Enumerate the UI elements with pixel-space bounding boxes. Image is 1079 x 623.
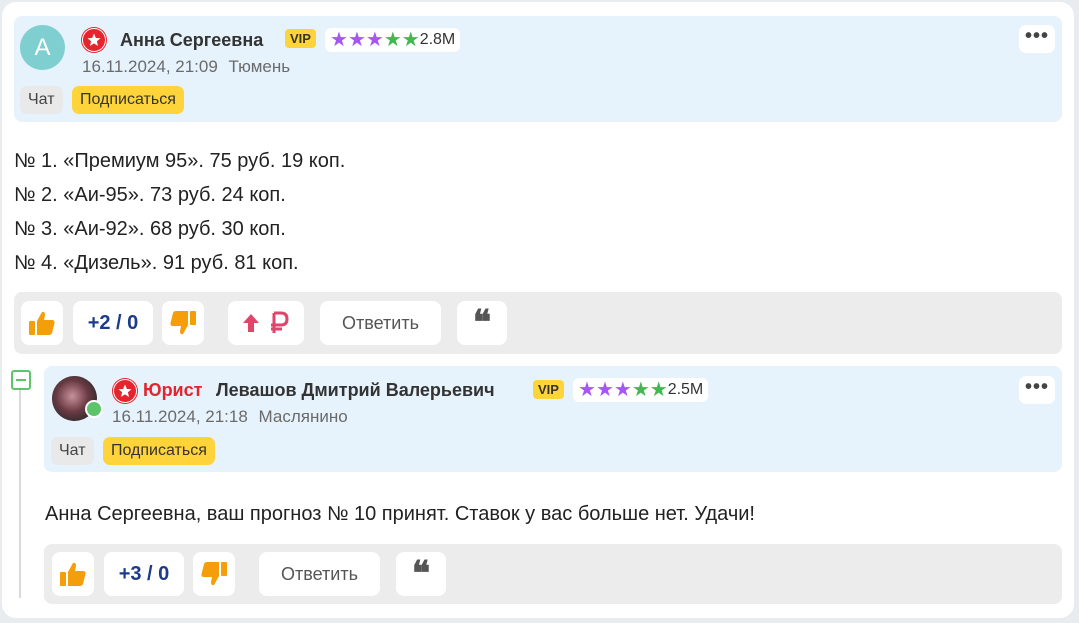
comment-line: № 1. «Премиум 95». 75 руб. 19 коп.: [14, 150, 346, 172]
comment-date: 16.11.2024, 21:09: [82, 57, 218, 76]
comment-line: № 2. «Аи-95». 73 руб. 24 коп.: [14, 184, 286, 206]
star-icon: ★: [578, 379, 596, 401]
star-icon: ★: [401, 29, 420, 51]
ruble-icon: [271, 311, 289, 333]
star-icon: ★: [649, 379, 668, 401]
star-icon: ★: [365, 29, 384, 51]
user-rating: ★ ★ ★ ★ ★ 2.5M: [573, 378, 709, 402]
star-icon: ★: [347, 29, 366, 51]
comment-meta: 16.11.2024, 21:18 Маслянино: [112, 407, 348, 427]
comment-city: Маслянино: [258, 407, 348, 426]
reply-body: Анна Сергеевна, ваш прогноз № 10 принят.…: [45, 503, 755, 525]
author-name[interactable]: Анна Сергеевна: [120, 30, 263, 51]
rating-count: 2.8M: [419, 31, 456, 48]
comment-city: Тюмень: [228, 57, 291, 76]
author-name[interactable]: Левашов Дмитрий Валерьевич: [216, 380, 495, 401]
comment-line: № 3. «Аи-92». 68 руб. 30 коп.: [14, 218, 286, 240]
vote-count: +2 / 0: [73, 301, 153, 345]
badge-icon: [82, 28, 106, 52]
quote-icon[interactable]: ❝: [396, 552, 446, 596]
rating-count: 2.5M: [667, 381, 704, 398]
reply-button[interactable]: Ответить: [259, 552, 380, 596]
upvote-arrow-icon: [243, 314, 259, 332]
comment-body: № 1. «Премиум 95». 75 руб. 19 коп. № 2. …: [14, 144, 345, 280]
vip-badge: VIP: [285, 29, 316, 48]
thumbs-down-icon: [170, 311, 196, 335]
badge-icon: [113, 379, 137, 403]
more-icon[interactable]: •••: [1019, 376, 1055, 404]
comment-line: № 4. «Дизель». 91 руб. 81 коп.: [14, 252, 299, 274]
comment-meta: 16.11.2024, 21:09 Тюмень: [82, 57, 290, 77]
collapse-icon[interactable]: [11, 370, 31, 390]
thumbs-up-icon: [60, 562, 86, 586]
thread-line: [19, 390, 21, 598]
like-button[interactable]: [21, 301, 63, 345]
vip-badge: VIP: [533, 380, 564, 399]
avatar[interactable]: A: [20, 25, 65, 70]
star-icon: ★: [330, 29, 348, 51]
reply-button[interactable]: Ответить: [320, 301, 441, 345]
donate-button[interactable]: [228, 301, 304, 345]
thumbs-up-icon: [29, 311, 55, 335]
chat-button[interactable]: Чат: [20, 86, 63, 114]
vote-count: +3 / 0: [104, 552, 184, 596]
star-icon: ★: [613, 379, 632, 401]
star-icon: ★: [383, 29, 402, 51]
dislike-button[interactable]: [162, 301, 204, 345]
dislike-button[interactable]: [193, 552, 235, 596]
subscribe-button[interactable]: Подписаться: [72, 86, 184, 114]
star-icon: ★: [631, 379, 650, 401]
more-icon[interactable]: •••: [1019, 25, 1055, 53]
quote-icon[interactable]: ❝: [457, 301, 507, 345]
like-button[interactable]: [52, 552, 94, 596]
subscribe-button[interactable]: Подписаться: [103, 437, 215, 465]
comment-date: 16.11.2024, 21:18: [112, 407, 248, 426]
online-status-icon: [85, 400, 103, 418]
author-role: Юрист: [143, 380, 203, 400]
star-icon: ★: [595, 379, 614, 401]
chat-button[interactable]: Чат: [51, 437, 94, 465]
thumbs-down-icon: [201, 562, 227, 586]
user-rating: ★ ★ ★ ★ ★ 2.8M: [325, 28, 461, 52]
